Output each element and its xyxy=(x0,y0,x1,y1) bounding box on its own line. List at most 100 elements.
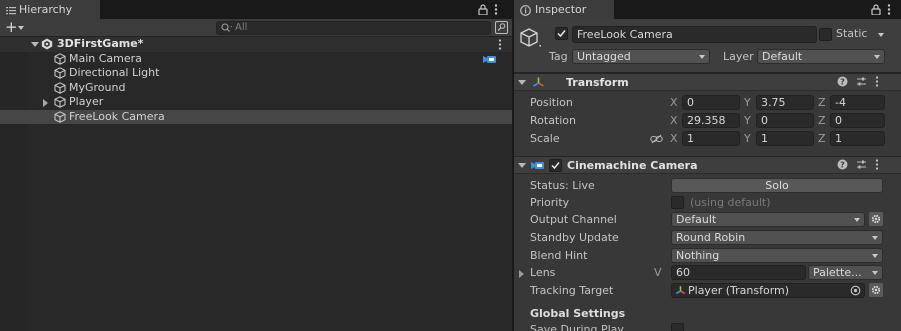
hierarchy-item-directional-light[interactable]: Directional Light xyxy=(0,66,512,81)
cinemachine-camera-header[interactable]: Cinemachine Camera ? xyxy=(514,156,901,174)
kebab-menu-icon[interactable] xyxy=(887,3,891,15)
global-settings-heading: Global Settings xyxy=(530,307,626,320)
save-during-play-checkbox[interactable] xyxy=(671,323,684,331)
lock-icon[interactable] xyxy=(871,3,881,15)
transform-title: Transform xyxy=(566,76,629,89)
transform-header[interactable]: Transform ? xyxy=(514,73,901,91)
cinemachine-enabled-checkbox[interactable] xyxy=(549,159,562,172)
axis-x-label[interactable]: X xyxy=(670,132,678,146)
info-icon xyxy=(520,4,531,16)
axis-z-label[interactable]: Z xyxy=(818,114,826,128)
add-button[interactable]: + xyxy=(5,19,18,36)
svg-text:?: ? xyxy=(840,78,845,87)
solo-button[interactable]: Solo xyxy=(671,178,883,193)
chevron-right-icon[interactable] xyxy=(519,270,524,278)
chevron-down-icon[interactable] xyxy=(31,42,39,47)
gameobject-cube-icon xyxy=(54,96,66,108)
save-during-play-label: Save During Play xyxy=(530,323,624,331)
axis-y-label[interactable]: Y xyxy=(744,132,751,146)
blend-hint-dropdown[interactable]: Nothing xyxy=(671,248,883,263)
position-z-field[interactable]: -4 xyxy=(830,95,885,110)
chevron-down-icon[interactable] xyxy=(518,80,526,85)
axis-y-label[interactable]: Y xyxy=(744,96,751,110)
position-y-value: 3.75 xyxy=(761,96,786,109)
active-checkbox[interactable] xyxy=(555,27,568,40)
position-x-field[interactable]: 0 xyxy=(682,95,740,110)
scale-z-field[interactable]: 1 xyxy=(830,131,885,146)
rotation-z-field[interactable]: 0 xyxy=(830,113,885,128)
layer-label: Layer xyxy=(723,50,754,63)
chevron-down-icon xyxy=(872,271,878,275)
axis-y-label[interactable]: Y xyxy=(744,114,751,128)
chevron-right-icon[interactable] xyxy=(43,98,48,107)
gear-icon[interactable] xyxy=(869,283,883,297)
lens-fov-field[interactable]: 60 xyxy=(671,265,806,280)
status-label: Status: Live xyxy=(530,179,595,192)
hierarchy-item-freelook-camera[interactable]: FreeLook Camera xyxy=(0,109,512,124)
scale-y-field[interactable]: 1 xyxy=(756,131,814,146)
lens-preset-dropdown[interactable]: Palette... xyxy=(808,265,883,280)
standby-update-label: Standby Update xyxy=(530,231,619,244)
static-checkbox[interactable] xyxy=(819,28,832,41)
rotation-x-field[interactable]: 29.358 xyxy=(682,113,740,128)
gameobject-large-icon[interactable] xyxy=(519,27,541,49)
tracking-target-field[interactable]: Player (Transform) xyxy=(671,283,865,298)
scene-name: 3DFirstGame* xyxy=(57,37,144,50)
tab-hierarchy[interactable]: Hierarchy xyxy=(0,0,100,19)
axis-x-label[interactable]: X xyxy=(670,114,678,128)
kebab-menu-icon[interactable] xyxy=(875,76,879,87)
hierarchy-item-main-camera[interactable]: Main Camera xyxy=(0,52,512,67)
scale-x-field[interactable]: 1 xyxy=(682,131,740,146)
transform-header-icons: ? xyxy=(837,76,879,87)
hierarchy-search-input[interactable]: All xyxy=(216,21,491,35)
preset-sliders-icon[interactable] xyxy=(856,159,867,170)
axis-z-label[interactable]: Z xyxy=(818,132,826,146)
scene-menu-icon[interactable] xyxy=(498,39,502,50)
output-channel-dropdown[interactable]: Default xyxy=(671,212,865,227)
object-name-field[interactable]: FreeLook Camera xyxy=(572,26,817,43)
static-dropdown-arrow-icon[interactable] xyxy=(878,33,884,37)
gameobject-cube-icon xyxy=(54,67,66,79)
rotation-y-value: 0 xyxy=(761,114,768,127)
layer-dropdown[interactable]: Default xyxy=(757,49,885,64)
transform-axes-icon xyxy=(532,76,545,89)
rotation-y-field[interactable]: 0 xyxy=(756,113,814,128)
kebab-menu-icon[interactable] xyxy=(494,3,498,15)
search-placeholder: All xyxy=(235,22,248,33)
cinemachine-brain-icon[interactable] xyxy=(483,54,497,65)
inspector-tab-icons xyxy=(871,2,891,16)
help-icon[interactable]: ? xyxy=(837,159,848,170)
hierarchy-tabbar: Hierarchy xyxy=(0,0,512,19)
tab-inspector[interactable]: Inspector xyxy=(514,0,614,19)
hierarchy-item-myground[interactable]: MyGround xyxy=(0,81,512,96)
help-icon[interactable]: ? xyxy=(837,76,848,87)
kebab-menu-icon[interactable] xyxy=(875,159,879,170)
scene-row[interactable]: 3DFirstGame* xyxy=(0,37,512,52)
add-dropdown-arrow-icon[interactable] xyxy=(18,26,24,30)
gameobject-cube-icon xyxy=(54,52,66,65)
standby-update-dropdown[interactable]: Round Robin xyxy=(671,230,883,245)
cinemachine-header-icons: ? xyxy=(837,159,879,170)
add-button-label: + xyxy=(5,18,18,36)
position-y-field[interactable]: 3.75 xyxy=(756,95,814,110)
blend-hint-value: Nothing xyxy=(676,249,720,262)
scene-search-icon[interactable] xyxy=(495,21,508,34)
svg-text:?: ? xyxy=(840,161,845,170)
chevron-down-icon[interactable] xyxy=(518,163,526,168)
hierarchy-item-player[interactable]: Player xyxy=(0,95,512,110)
static-label: Static xyxy=(836,27,868,40)
tag-dropdown[interactable]: Untagged xyxy=(572,49,710,64)
object-picker-icon[interactable] xyxy=(850,285,861,296)
axis-x-label[interactable]: X xyxy=(670,96,678,110)
priority-checkbox[interactable] xyxy=(671,196,684,209)
preset-sliders-icon[interactable] xyxy=(856,76,867,87)
constrain-proportions-link-icon[interactable] xyxy=(650,134,663,144)
axis-z-label[interactable]: Z xyxy=(818,96,826,110)
unity-scene-icon xyxy=(41,38,53,50)
lens-v-label[interactable]: V xyxy=(654,266,662,280)
hierarchy-tab-icons xyxy=(478,2,498,16)
gear-icon[interactable] xyxy=(869,212,883,226)
hierarchy-item-label: MyGround xyxy=(69,80,126,94)
hierarchy-panel: Hierarchy + All 3DFirstGame* Main Camera… xyxy=(0,0,512,331)
lock-icon[interactable] xyxy=(478,3,488,15)
